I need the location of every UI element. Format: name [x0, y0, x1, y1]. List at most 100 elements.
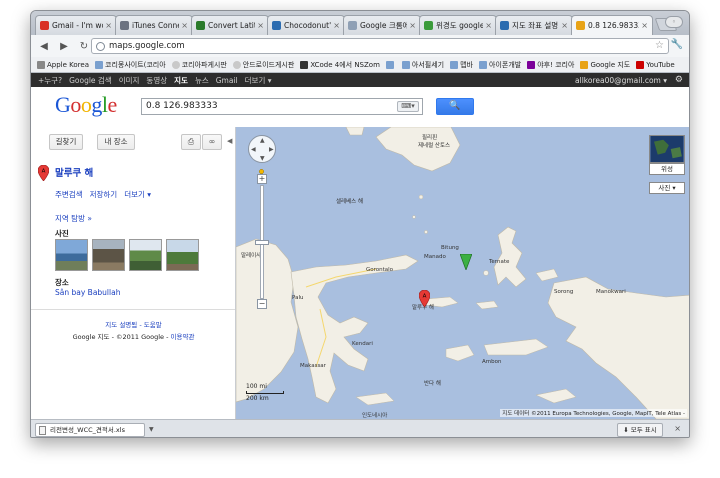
- show-all-downloads-button[interactable]: ⬇ 모두 표시: [617, 423, 663, 437]
- tab-chocodonut[interactable]: Chocodonut's N ×: [267, 15, 345, 35]
- photo-thumbnail[interactable]: [92, 239, 125, 271]
- photo-thumbnail[interactable]: [129, 239, 162, 271]
- bookmark-folder-iphone[interactable]: 아이폰개발: [479, 60, 521, 70]
- close-icon[interactable]: ×: [333, 21, 340, 30]
- close-icon[interactable]: ×: [674, 424, 681, 433]
- zoom-slider-thumb[interactable]: [255, 240, 269, 245]
- more-link[interactable]: 더보기 ▾: [124, 189, 151, 200]
- window-resize-button[interactable]: ◦: [665, 16, 683, 28]
- google-logo[interactable]: Google: [55, 92, 117, 118]
- gbar-search[interactable]: Google 검색: [69, 75, 112, 86]
- help-links[interactable]: 지도 설명됨 - 도움말: [31, 319, 236, 329]
- close-icon[interactable]: ×: [641, 21, 648, 30]
- map-canvas[interactable]: 말레이사 필리핀 제네럴 산토스 셀레베스 해 Bitung 말루쿠 해 Ter…: [236, 127, 689, 419]
- pan-left-icon[interactable]: ◀: [251, 146, 256, 153]
- directions-button[interactable]: 길찾기: [49, 134, 83, 150]
- keyboard-icon[interactable]: ⌨▾: [397, 101, 419, 112]
- gbar-videos[interactable]: 동영상: [146, 75, 167, 86]
- gbar-more[interactable]: 더보기 ▾: [245, 75, 272, 86]
- star-icon[interactable]: ☆: [655, 40, 664, 51]
- label-ternate: Ternate: [489, 259, 510, 265]
- close-icon[interactable]: ×: [105, 21, 112, 30]
- gbar-plus-you[interactable]: +누구?: [38, 75, 62, 86]
- bookmark-label: 야후! 코리아: [537, 60, 575, 69]
- reload-icon[interactable]: ↻: [77, 39, 91, 53]
- chevron-down-icon[interactable]: ▼: [149, 426, 154, 433]
- tab-convert-latitude[interactable]: Convert Latitude ×: [191, 15, 269, 35]
- zoom-out-button[interactable]: −: [257, 299, 267, 309]
- download-item[interactable]: 리전변성_WCC_견적서.xls: [35, 423, 145, 437]
- bookmark-youtube[interactable]: YouTube: [636, 60, 675, 69]
- gbar-gmail[interactable]: Gmail: [216, 76, 238, 85]
- pan-right-icon[interactable]: ▶: [269, 146, 274, 153]
- gbar-maps[interactable]: 지도: [174, 75, 188, 86]
- wrench-icon[interactable]: 🔧: [671, 39, 683, 50]
- photo-thumbnail[interactable]: [166, 239, 199, 271]
- green-arrow-marker-icon[interactable]: [460, 254, 472, 270]
- account-email[interactable]: allkorea00@gmail.com ▾: [575, 76, 667, 85]
- bookmark-yahoo-korea[interactable]: 야후! 코리아: [527, 60, 574, 70]
- satellite-thumbnail[interactable]: [649, 135, 685, 163]
- pan-down-icon[interactable]: ▼: [260, 155, 265, 162]
- tab-google-maps-active[interactable]: 0.8 126.983333 ×: [571, 15, 653, 35]
- bookmark-label: 아이폰개발: [489, 60, 522, 69]
- pan-up-icon[interactable]: ▲: [260, 137, 265, 144]
- tab-map-coordinate-help[interactable]: 지도 좌표 설명 ( ×: [495, 15, 573, 35]
- close-icon[interactable]: ×: [561, 21, 568, 30]
- bookmark-folder-2[interactable]: [385, 60, 396, 69]
- label-manado: Manado: [424, 254, 446, 260]
- label-general-santos: 제네럴 산토스: [418, 143, 451, 149]
- location-marker-icon[interactable]: A: [419, 290, 430, 307]
- download-shelf: 리전변성_WCC_견적서.xls ▼ ⬇ 모두 표시 ×: [31, 419, 689, 437]
- pan-control[interactable]: ▲ ▼ ◀ ▶: [248, 135, 276, 163]
- search-input[interactable]: 0.8 126.983333: [141, 98, 423, 115]
- map-scale: 100 mi 200 km: [246, 383, 284, 402]
- print-icon[interactable]: ⎙: [181, 134, 201, 150]
- my-places-button[interactable]: 내 장소: [97, 134, 135, 150]
- place-link[interactable]: Sân bay Babullah: [55, 288, 120, 297]
- close-icon[interactable]: ×: [181, 21, 188, 30]
- bookmark-apple-korea[interactable]: Apple Korea: [37, 60, 89, 69]
- close-icon[interactable]: ×: [485, 21, 492, 30]
- tab-itunes-connect[interactable]: iTunes Connect ×: [115, 15, 193, 35]
- result-title-link[interactable]: 말루쿠 해: [55, 165, 93, 179]
- search-button[interactable]: 🔍: [436, 98, 474, 115]
- search-nearby-link[interactable]: 주변검색: [55, 189, 83, 200]
- tab-coordinates[interactable]: 위경도 google 좌 ×: [419, 15, 497, 35]
- tab-gmail[interactable]: Gmail - I'm won ×: [35, 15, 117, 35]
- photo-thumbnail[interactable]: [55, 239, 88, 271]
- bookmark-label: Apple Korea: [47, 60, 89, 69]
- gear-icon[interactable]: ⚙: [675, 75, 683, 85]
- bookmark-folder-3[interactable]: 아서필세기: [401, 60, 444, 70]
- bookmark-folder-1[interactable]: 코리몽사이트(코리아: [95, 60, 166, 70]
- close-icon[interactable]: ×: [257, 21, 264, 30]
- bookmark-google-maps[interactable]: Google 지도: [580, 60, 630, 70]
- folder-icon: [401, 60, 410, 69]
- label-indonesia: 인도네시아: [362, 413, 388, 419]
- explore-area-link[interactable]: 지역 탐방 »: [55, 213, 92, 224]
- tab-google-chrome[interactable]: Google 크롬에서 ×: [343, 15, 421, 35]
- photos-layer-button[interactable]: 사진 ▾: [649, 182, 685, 194]
- satellite-view-button[interactable]: 위성: [649, 163, 685, 175]
- tab-label: Google 크롬에서: [360, 21, 407, 30]
- zoom-in-button[interactable]: +: [257, 174, 267, 184]
- folder-icon: [450, 60, 459, 69]
- gbar-images[interactable]: 이미지: [119, 75, 140, 86]
- download-icon: ⬇: [623, 426, 629, 434]
- forward-icon[interactable]: ▶: [57, 39, 71, 53]
- bookmark-folder-4[interactable]: 맵바: [450, 60, 473, 70]
- label-ambon: Ambon: [482, 359, 502, 365]
- bookmark-korea-board[interactable]: 코리아파게시판: [171, 60, 227, 70]
- link-icon[interactable]: ∞: [202, 134, 222, 150]
- close-icon[interactable]: ×: [409, 21, 416, 30]
- gbar-news[interactable]: 뉴스: [195, 75, 209, 86]
- collapse-panel-icon[interactable]: ◀: [227, 137, 232, 145]
- bookmark-xcode[interactable]: XCode 4에서 NSZom: [300, 60, 380, 70]
- back-icon[interactable]: ◀: [37, 39, 51, 53]
- address-bar[interactable]: maps.google.com ☆: [91, 38, 669, 54]
- globe-icon: [96, 41, 105, 51]
- terms-link[interactable]: 이용약관: [171, 333, 195, 341]
- save-link[interactable]: 저장하기: [90, 189, 118, 200]
- scale-kilometers: 200 km: [246, 395, 269, 402]
- bookmark-android-board[interactable]: 안드로이드게시판: [232, 60, 294, 70]
